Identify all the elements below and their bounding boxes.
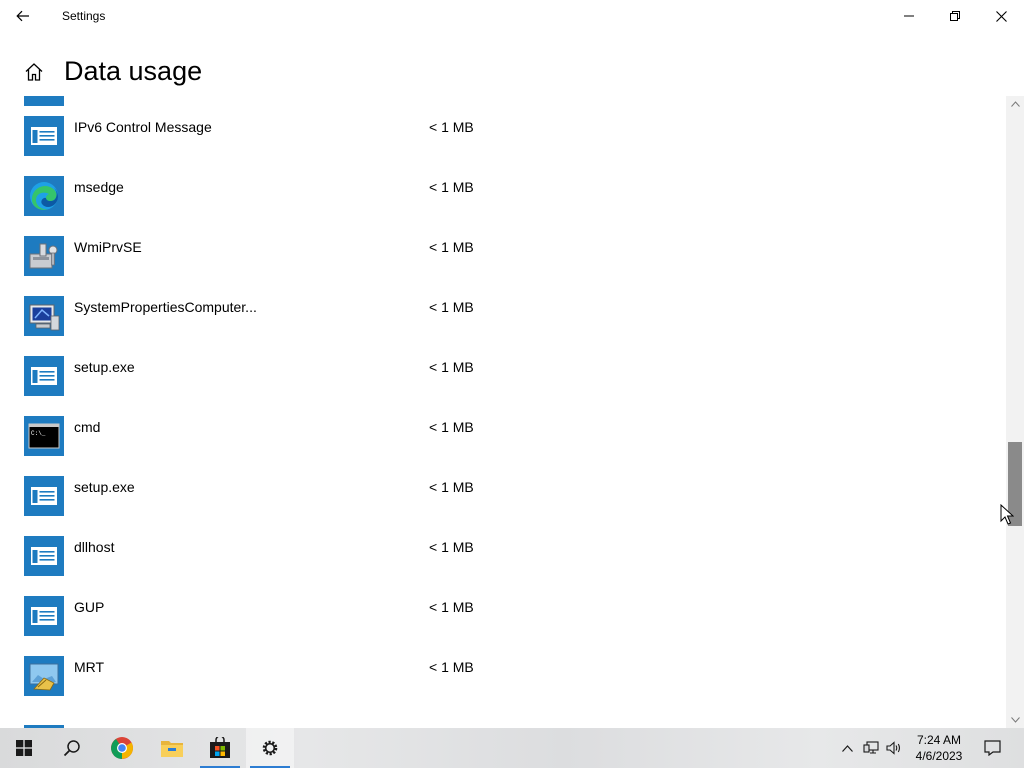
back-button[interactable]: [0, 0, 46, 32]
app-name: setup.exe: [74, 479, 135, 495]
back-arrow-icon: [16, 10, 29, 22]
cmd-icon: C:\_: [24, 416, 64, 456]
app-name: cmd: [74, 419, 101, 435]
app-usage: < 1 MB: [429, 599, 474, 615]
close-button[interactable]: [978, 0, 1024, 32]
app-name: IPv6 Control Message: [74, 119, 212, 135]
list-item[interactable]: IPv6 Control Message < 1 MB: [0, 106, 1006, 166]
vertical-scrollbar[interactable]: [1006, 96, 1024, 728]
app-usage: < 1 MB: [429, 179, 474, 195]
clock-date: 4/6/2023: [915, 749, 963, 763]
store-icon: [210, 737, 230, 758]
app-usage: < 1 MB: [429, 239, 474, 255]
generic-app-icon: [24, 476, 64, 516]
app-name: dllhost: [74, 539, 115, 555]
restore-icon: [950, 11, 960, 21]
partial-app-icon: [24, 96, 64, 106]
chevron-down-icon: [1010, 717, 1020, 723]
minimize-icon: [904, 15, 914, 17]
app-usage: < 1 MB: [429, 119, 474, 135]
show-hidden-icons-button[interactable]: [838, 728, 856, 768]
list-item[interactable]: dllhost < 1 MB: [0, 526, 1006, 586]
page-title: Data usage: [64, 56, 203, 86]
app-name: WmiPrvSE: [74, 239, 142, 255]
scroll-up-button[interactable]: [1006, 96, 1024, 112]
list-item[interactable]: msedge < 1 MB: [0, 166, 1006, 226]
list-item[interactable]: WmiPrvSE < 1 MB: [0, 226, 1006, 286]
volume-icon: [886, 741, 900, 755]
close-icon: [995, 10, 1007, 22]
wmi-provider-icon: [24, 236, 64, 276]
chevron-up-icon: [841, 744, 853, 752]
window-title: Settings: [62, 9, 106, 23]
home-icon: [25, 63, 43, 81]
start-button[interactable]: [0, 728, 48, 768]
app-name: MRT: [74, 659, 105, 675]
generic-app-icon: [24, 116, 64, 156]
file-explorer-icon: [161, 741, 183, 757]
taskbar-clock[interactable]: 7:24 AM 4/6/2023: [906, 732, 972, 764]
list-item[interactable]: setup.exe < 1 MB: [0, 346, 1006, 406]
app-name: SystemPropertiesComputer...: [74, 299, 257, 315]
app-name: msedge: [74, 179, 124, 195]
app-usage: < 1 MB: [429, 539, 474, 555]
app-usage: < 1 MB: [429, 359, 474, 375]
list-item[interactable]: MRT < 1 MB: [0, 646, 1006, 706]
list-item[interactable]: GUP < 1 MB: [0, 586, 1006, 646]
taskbar-store[interactable]: [196, 728, 244, 768]
generic-app-icon: [24, 536, 64, 576]
chrome-icon: [111, 737, 133, 759]
restore-button[interactable]: [932, 0, 978, 32]
title-bar: Settings: [0, 0, 1024, 32]
list-item[interactable]: setup.exe < 1 MB: [0, 466, 1006, 526]
taskbar-chrome[interactable]: [98, 728, 146, 768]
list-item[interactable]: SystemPropertiesComputer... < 1 MB: [0, 286, 1006, 346]
mrt-icon: [24, 656, 64, 696]
action-center-button[interactable]: [978, 728, 1006, 768]
start-icon: [16, 740, 32, 756]
clock-time: 7:24 AM: [916, 733, 962, 747]
edge-icon: [24, 176, 64, 216]
mouse-cursor-icon: [1000, 504, 1014, 525]
generic-app-icon: [24, 356, 64, 396]
app-usage: < 1 MB: [429, 479, 474, 495]
app-name: GUP: [74, 599, 105, 615]
settings-icon: [262, 740, 278, 756]
chevron-up-icon: [1010, 101, 1020, 107]
app-usage: < 1 MB: [429, 299, 474, 315]
minimize-button[interactable]: [886, 0, 932, 32]
network-icon: [863, 741, 879, 754]
app-usage: < 1 MB: [429, 419, 474, 435]
app-name: setup.exe: [74, 359, 135, 375]
generic-app-icon: [24, 596, 64, 636]
svg-text:C:\_: C:\_: [31, 430, 46, 437]
app-usage: < 1 MB: [429, 659, 474, 675]
taskbar-file-explorer[interactable]: [148, 728, 196, 768]
taskbar: 7:24 AM 4/6/2023: [0, 728, 1024, 768]
volume-button[interactable]: [884, 728, 904, 768]
notification-icon: [983, 740, 1001, 756]
search-icon: [63, 740, 80, 757]
home-button[interactable]: [24, 62, 44, 82]
app-data-usage-list: IPv6 Control Message < 1 MB msedge < 1 M…: [0, 96, 1006, 728]
system-properties-icon: [24, 296, 64, 336]
search-button[interactable]: [48, 728, 96, 768]
network-button[interactable]: [860, 728, 882, 768]
taskbar-settings[interactable]: [246, 728, 294, 768]
scroll-down-button[interactable]: [1006, 712, 1024, 728]
list-item[interactable]: C:\_ cmd < 1 MB: [0, 406, 1006, 466]
